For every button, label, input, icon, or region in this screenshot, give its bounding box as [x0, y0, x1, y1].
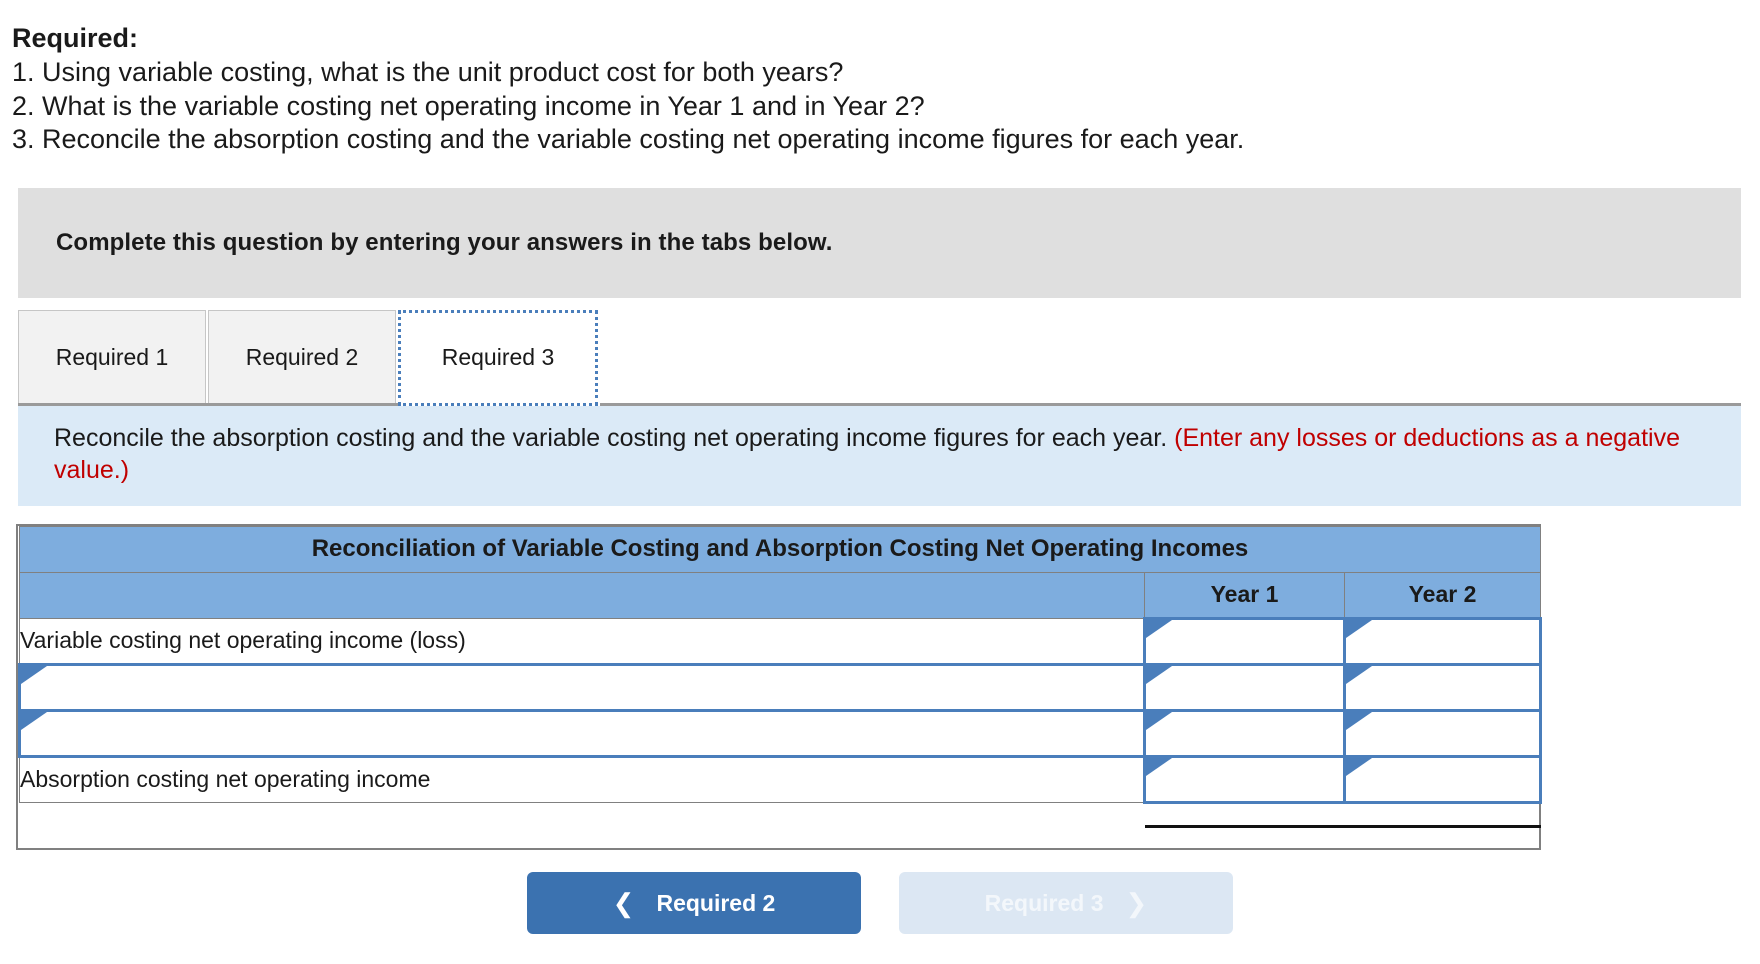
requirement-line-2: 2. What is the variable costing net oper…: [12, 90, 925, 121]
input-label-row2[interactable]: [18, 662, 1146, 712]
input-year2-row3[interactable]: [1343, 708, 1542, 758]
table-title-row: Reconciliation of Variable Costing and A…: [19, 525, 1541, 573]
tab-label: Required 1: [55, 344, 169, 371]
header-year-1: Year 1: [1144, 571, 1345, 619]
underline-year1: [1144, 802, 1345, 848]
next-required-3-button[interactable]: Required 3 ❯: [899, 872, 1233, 935]
table-title: Reconciliation of Variable Costing and A…: [19, 525, 1541, 573]
instructions-banner: Complete this question by entering your …: [18, 187, 1741, 298]
tab-required-2[interactable]: Required 2: [208, 309, 396, 406]
tab-required-3[interactable]: Required 3: [398, 309, 598, 406]
table-header-row: Year 1 Year 2: [19, 571, 1541, 619]
row-label-variable-costing-noi: Variable costing net operating income (l…: [19, 617, 1145, 665]
chevron-left-icon: ❮: [612, 888, 635, 919]
reconciliation-table: Reconciliation of Variable Costing and A…: [18, 525, 1542, 849]
tab-label: Required 3: [441, 344, 555, 371]
input-label-row3[interactable]: [18, 708, 1146, 758]
tab-underline: [18, 402, 1741, 406]
prev-required-2-button[interactable]: ❮ Required 2: [527, 872, 861, 935]
instruction-text: Reconcile the absorption costing and the…: [54, 423, 1168, 452]
instruction-panel: Reconcile the absorption costing and the…: [18, 405, 1741, 506]
table-row: [18, 662, 1542, 712]
input-year2-row4[interactable]: [1343, 754, 1542, 804]
page-title: Required:: [12, 23, 139, 53]
header-blank: [19, 571, 1145, 619]
requirement-line-3: 3. Reconcile the absorption costing and …: [12, 124, 1245, 155]
navigation-bar: ❮ Required 2 Required 3 ❯: [0, 872, 1760, 935]
input-year2-row1[interactable]: [1343, 616, 1542, 666]
reconciliation-table-container: Reconciliation of Variable Costing and A…: [16, 523, 1542, 851]
banner-text: Complete this question by entering your …: [56, 228, 833, 256]
tab-required-1[interactable]: Required 1: [18, 309, 206, 406]
table-row: [18, 708, 1542, 758]
input-year1-row4[interactable]: [1143, 754, 1346, 804]
underline-year2: [1344, 802, 1541, 848]
row-label-absorption-costing-noi: Absorption costing net operating income: [19, 755, 1145, 803]
input-year1-row2[interactable]: [1143, 662, 1346, 712]
total-underline-row: [20, 802, 1541, 848]
prev-button-label: Required 2: [656, 889, 776, 916]
chevron-right-icon: ❯: [1125, 888, 1148, 919]
next-button-label: Required 3: [984, 889, 1104, 916]
table-row: Variable costing net operating income (l…: [19, 616, 1542, 666]
input-year1-row3[interactable]: [1143, 708, 1346, 758]
requirement-line-1: 1. Using variable costing, what is the u…: [12, 57, 844, 88]
table-row: Absorption costing net operating income: [19, 754, 1542, 804]
underline-spacer: [20, 802, 1145, 848]
required-prompt: Required: 1. Using variable costing, wha…: [0, 0, 1760, 156]
tab-bar: Required 1 Required 2 Required 3: [18, 308, 1741, 406]
tab-label: Required 2: [245, 344, 359, 371]
header-year-2: Year 2: [1344, 571, 1541, 619]
input-year2-row2[interactable]: [1343, 662, 1542, 712]
input-year1-row1[interactable]: [1143, 616, 1346, 666]
